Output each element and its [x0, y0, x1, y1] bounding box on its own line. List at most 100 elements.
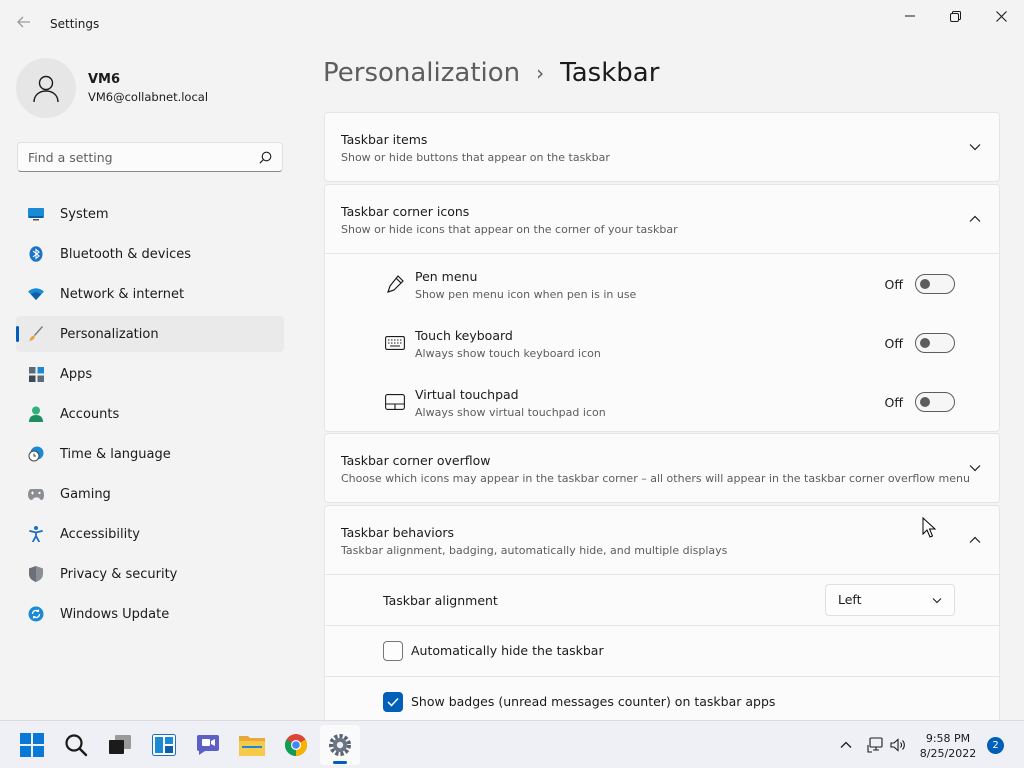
pen-icon: [385, 274, 405, 294]
clock-time: 9:58 PM: [925, 732, 971, 745]
widgets-icon: [152, 734, 176, 756]
volume-tray-button[interactable]: [888, 738, 908, 752]
toggle-knob: [920, 397, 930, 407]
speaker-icon: [890, 738, 905, 752]
touch-keyboard-toggle[interactable]: [915, 333, 955, 353]
badges-label[interactable]: Show badges (unread messages counter) on…: [411, 694, 775, 709]
sidebar-item-windows-update[interactable]: Windows Update: [16, 596, 284, 632]
auto-hide-checkbox[interactable]: [383, 641, 403, 661]
minimize-button[interactable]: [887, 0, 933, 32]
back-arrow-icon: [17, 16, 30, 28]
profile-name: VM6: [88, 72, 121, 87]
chevron-down-icon: [932, 585, 942, 615]
sidebar-item-accessibility[interactable]: Accessibility: [16, 516, 284, 552]
show-hidden-icons-button[interactable]: [836, 741, 856, 749]
restore-button[interactable]: [932, 0, 978, 32]
accessibility-icon: [28, 526, 44, 542]
card-subtitle: Taskbar alignment, badging, automaticall…: [341, 544, 728, 557]
sidebar-item-label: Time & language: [60, 446, 171, 462]
start-button[interactable]: [12, 725, 52, 765]
touchpad-icon: [385, 392, 405, 412]
network-wired-icon: [867, 737, 883, 753]
card-title: Taskbar behaviors: [341, 525, 455, 540]
clock-globe-icon: [28, 446, 44, 462]
sidebar-item-accounts[interactable]: Accounts: [16, 396, 284, 432]
sidebar-item-system[interactable]: System: [16, 196, 284, 232]
card-title: Taskbar items: [341, 132, 428, 147]
settings-taskbar-button[interactable]: [320, 725, 360, 765]
breadcrumb-separator: ›: [536, 61, 545, 85]
pen-menu-toggle[interactable]: [915, 274, 955, 294]
toggle-state-label: Off: [884, 336, 903, 351]
update-icon: [28, 606, 44, 622]
paintbrush-icon: [28, 326, 44, 342]
taskbar-items-header[interactable]: Taskbar items Show or hide buttons that …: [325, 113, 999, 181]
chevron-up-icon: [840, 741, 852, 748]
chevron-up-icon[interactable]: [967, 211, 983, 227]
sidebar-item-label: Privacy & security: [60, 566, 178, 582]
start-icon: [20, 733, 44, 757]
sidebar-item-gaming[interactable]: Gaming: [16, 476, 284, 512]
profile-email: VM6@collabnet.local: [88, 90, 209, 104]
apps-icon: [28, 366, 44, 382]
behaviors-header[interactable]: Taskbar behaviors Taskbar alignment, bad…: [325, 506, 999, 574]
sidebar-item-label: System: [60, 206, 109, 222]
auto-hide-label[interactable]: Automatically hide the taskbar: [411, 643, 604, 658]
auto-hide-row: Automatically hide the taskbar: [325, 625, 999, 676]
checkmark-icon: [387, 697, 399, 707]
sidebar-item-label: Apps: [60, 366, 93, 382]
search-box[interactable]: [17, 142, 283, 172]
virtual-touchpad-toggle[interactable]: [915, 392, 955, 412]
file-explorer-button[interactable]: [232, 725, 272, 765]
chevron-down-icon[interactable]: [967, 460, 983, 476]
corner-overflow-card: Taskbar corner overflow Choose which ico…: [324, 433, 1000, 503]
card-subtitle: Show or hide buttons that appear on the …: [341, 151, 610, 164]
card-title: Taskbar corner icons: [341, 204, 470, 219]
virtual-touchpad-row: Virtual touchpad Always show virtual tou…: [325, 372, 999, 431]
sidebar-item-apps[interactable]: Apps: [16, 356, 284, 392]
taskbar-search-button[interactable]: [56, 725, 96, 765]
sidebar-item-label: Personalization: [60, 326, 159, 342]
sidebar-item-network[interactable]: Network & internet: [16, 276, 284, 312]
row-title: Touch keyboard: [415, 328, 513, 343]
chevron-down-icon[interactable]: [967, 139, 983, 155]
system-tray: [836, 721, 908, 768]
close-button[interactable]: [978, 0, 1024, 32]
user-profile[interactable]: VM6 VM6@collabnet.local: [16, 58, 208, 118]
breadcrumb-parent[interactable]: Personalization: [323, 58, 520, 88]
corner-overflow-header[interactable]: Taskbar corner overflow Choose which ico…: [325, 434, 999, 502]
sidebar-item-privacy[interactable]: Privacy & security: [16, 556, 284, 592]
widgets-button[interactable]: [144, 725, 184, 765]
taskbar-alignment-label: Taskbar alignment: [383, 593, 498, 608]
search-input[interactable]: [28, 149, 259, 165]
search-icon: [259, 151, 272, 164]
person-icon: [33, 75, 59, 103]
row-subtitle: Always show touch keyboard icon: [415, 347, 601, 360]
sidebar-item-personalization[interactable]: Personalization: [16, 316, 284, 352]
taskbar-clock[interactable]: 9:58 PM 8/25/2022: [908, 731, 988, 761]
corner-icons-header[interactable]: Taskbar corner icons Show or hide icons …: [325, 185, 999, 253]
pen-menu-row: Pen menu Show pen menu icon when pen is …: [325, 254, 999, 313]
sidebar-item-label: Accessibility: [60, 526, 140, 542]
row-subtitle: Always show virtual touchpad icon: [415, 406, 606, 419]
task-view-button[interactable]: [100, 725, 140, 765]
network-tray-button[interactable]: [862, 737, 888, 753]
sidebar-nav: System Bluetooth & devices Network & int…: [16, 196, 284, 636]
keyboard-icon: [385, 333, 405, 353]
wifi-icon: [28, 286, 44, 302]
badges-checkbox[interactable]: [383, 692, 403, 712]
task-view-icon: [109, 735, 131, 754]
toggle-knob: [920, 279, 930, 289]
person-icon: [28, 406, 44, 422]
taskbar-alignment-dropdown[interactable]: Left: [825, 584, 955, 616]
notification-badge[interactable]: 2: [987, 737, 1004, 754]
chrome-button[interactable]: [276, 725, 316, 765]
back-button[interactable]: [12, 12, 36, 36]
sidebar-item-bluetooth[interactable]: Bluetooth & devices: [16, 236, 284, 272]
chevron-up-icon[interactable]: [967, 532, 983, 548]
card-subtitle: Show or hide icons that appear on the co…: [341, 223, 678, 236]
chat-button[interactable]: [188, 725, 228, 765]
bluetooth-icon: [28, 246, 44, 262]
title-bar: Settings: [0, 0, 1024, 48]
sidebar-item-time-language[interactable]: Time & language: [16, 436, 284, 472]
